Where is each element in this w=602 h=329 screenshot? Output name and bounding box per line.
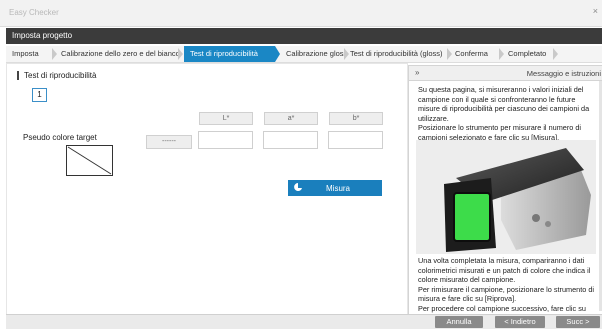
cancel-button[interactable]: Annulla	[435, 316, 483, 328]
project-bar: Imposta progetto	[6, 28, 602, 44]
next-button[interactable]: Succ >	[556, 316, 600, 328]
instructions-text-top: Su questa pagina, si misureranno i valor…	[418, 85, 590, 142]
chevron-right-icon	[499, 48, 504, 60]
chevron-right-icon	[52, 48, 57, 60]
measure-icon	[294, 183, 302, 191]
value-field-a	[263, 131, 318, 149]
chevron-right-icon	[178, 48, 183, 60]
instructions-header: » Messaggio e istruzioni	[409, 66, 602, 81]
step-imposta[interactable]: Imposta	[6, 46, 56, 62]
window-titlebar: Easy Checker ×	[0, 0, 602, 27]
measure-button-label: Misura	[326, 184, 351, 193]
chevron-right-icon	[344, 48, 349, 60]
window-title: Easy Checker	[9, 8, 59, 17]
measure-button[interactable]: Misura	[288, 180, 382, 196]
step-conferma[interactable]: Conferma	[455, 46, 495, 62]
chevron-right-icon	[553, 48, 558, 60]
footer-bar: Annulla < Indietro Succ >	[6, 314, 602, 329]
step-reproducibility-gloss[interactable]: Test di riproducibilità (gloss)	[350, 46, 450, 62]
target-color-swatch	[66, 145, 113, 176]
page-number-button[interactable]: 1	[32, 88, 47, 102]
step-completato[interactable]: Completato	[508, 46, 558, 62]
instructions-text-bottom: Una volta completata la misura, comparir…	[418, 256, 595, 313]
column-header-a: a*	[264, 112, 318, 125]
chevron-right-icon	[275, 46, 280, 62]
chevron-right-icon	[447, 48, 452, 60]
instructions-panel: » Messaggio e istruzioni Su questa pagin…	[408, 65, 602, 317]
column-header-b: b*	[329, 112, 383, 125]
section-title: Test di riproducibilità	[17, 71, 96, 80]
step-gloss-calibration[interactable]: Calibrazione gloss	[282, 46, 350, 62]
empty-swatch-icon	[67, 146, 112, 175]
collapse-panel-icon[interactable]: »	[415, 68, 419, 77]
step-reproducibility-test[interactable]: Test di riproducibilità	[184, 46, 275, 62]
close-icon[interactable]: ×	[593, 6, 598, 16]
step-calibration-zero-white[interactable]: Calibrazione dello zero e del bianco	[61, 46, 181, 62]
row-label: Pseudo colore target	[23, 133, 97, 142]
project-title: Imposta progetto	[12, 31, 73, 40]
back-button[interactable]: < Indietro	[495, 316, 545, 328]
step-navigation: Imposta Calibrazione dello zero e del bi…	[6, 46, 602, 63]
value-field-l	[198, 131, 253, 149]
instrument-image	[416, 140, 596, 254]
instrument-illustration	[416, 140, 596, 254]
value-field-b	[328, 131, 383, 149]
instructions-title: Messaggio e istruzioni	[526, 69, 601, 78]
swatch-button[interactable]: ------	[146, 135, 192, 149]
column-header-l: L*	[199, 112, 253, 125]
